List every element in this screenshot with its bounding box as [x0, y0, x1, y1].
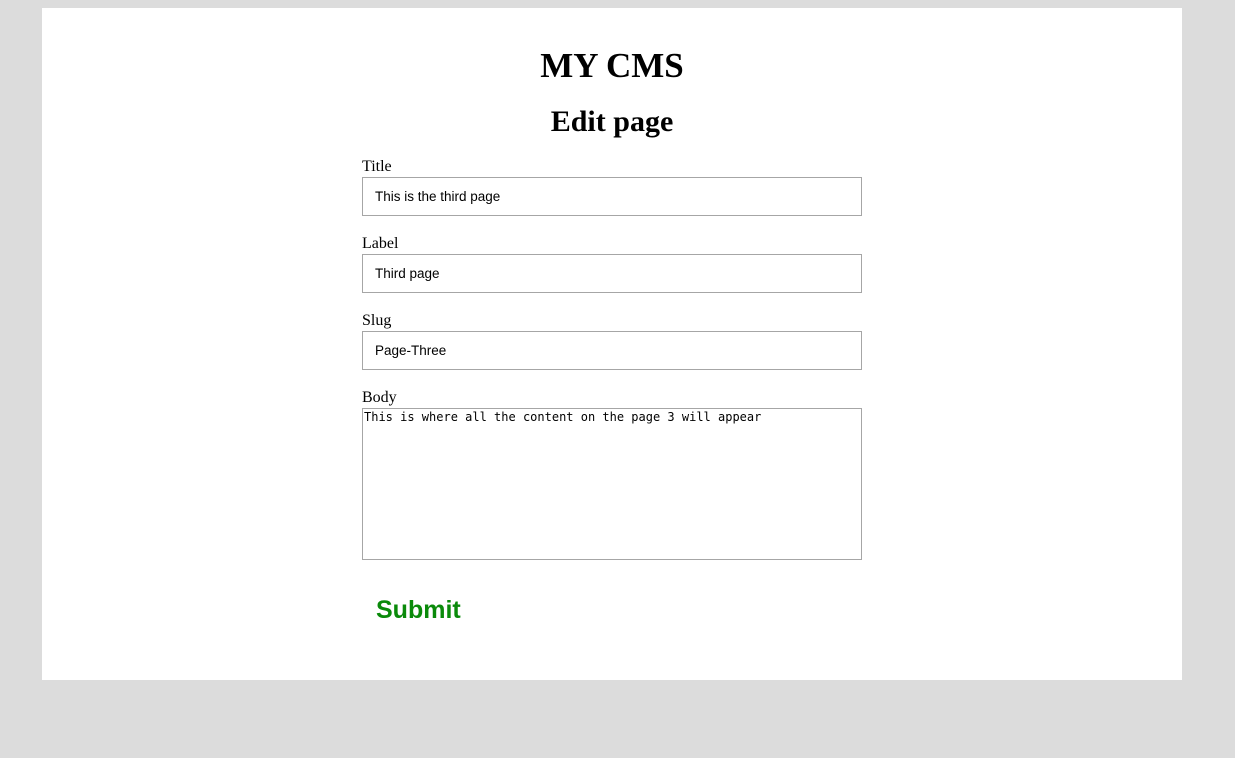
body-label: Body: [362, 389, 397, 406]
submit-button[interactable]: Submit: [376, 595, 461, 625]
body-textarea[interactable]: This is where all the content on the pag…: [362, 408, 862, 560]
title-input[interactable]: [362, 177, 862, 216]
slug-label: Slug: [362, 312, 392, 329]
title-label: Title: [362, 158, 392, 175]
site-title: MY CMS: [540, 46, 684, 85]
page-heading: Edit page: [550, 105, 674, 138]
label-label: Label: [362, 235, 399, 252]
label-input[interactable]: [362, 254, 862, 293]
slug-input[interactable]: [362, 331, 862, 370]
main-panel: MY CMS Edit page Title Label Slug Body T…: [42, 8, 1182, 680]
